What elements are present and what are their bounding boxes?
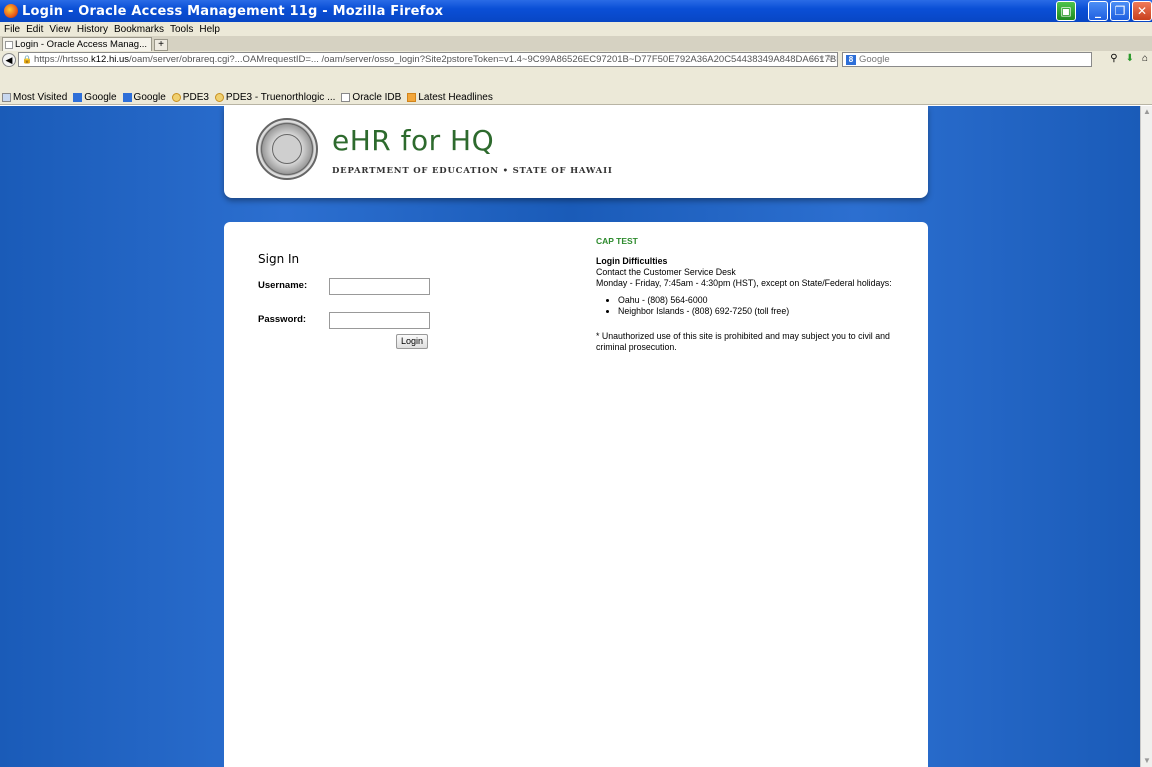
url-prefix: https://hrtsso. (33, 54, 91, 65)
scroll-down-icon[interactable]: ▼ (1141, 755, 1152, 767)
google-icon (122, 92, 132, 102)
environment-label: CAP TEST (596, 236, 638, 246)
app-title: eHR for HQ (332, 124, 495, 157)
login-panel: Sign In Username: Password: Login CAP TE… (224, 222, 928, 767)
username-label: Username: (258, 280, 308, 291)
page-icon (5, 40, 13, 49)
bookmark-label: Most Visited (13, 91, 68, 103)
firefox-icon (4, 4, 18, 18)
doe-seal-icon (256, 118, 318, 180)
menu-help[interactable]: Help (199, 24, 220, 35)
pde3-icon (171, 92, 181, 102)
hours-text: Monday - Friday, 7:45am - 4:30pm (HST), … (596, 278, 892, 288)
password-field[interactable] (329, 312, 430, 329)
bookmark-label: Oracle IDB (352, 91, 402, 103)
menu-history[interactable]: History (77, 24, 108, 35)
google-icon[interactable]: 8 (846, 54, 856, 65)
menu-view[interactable]: View (49, 24, 71, 35)
contact-text: Contact the Customer Service Desk (596, 267, 736, 277)
search-input[interactable]: 8 Google (842, 52, 1092, 67)
username-field[interactable] (329, 278, 430, 295)
minimize-button[interactable]: _ (1088, 1, 1108, 21)
bookmark-label: PDE3 (182, 91, 209, 103)
bookmark-pde3[interactable]: PDE3 (171, 91, 209, 103)
nav-right-tools: ⚲ ⬇ ⌂ (1110, 53, 1148, 64)
vertical-scrollbar[interactable]: ▲ ▼ (1140, 106, 1152, 767)
login-button[interactable]: Login (396, 334, 428, 349)
pde3-icon (214, 92, 224, 102)
tab-login[interactable]: Login - Oracle Access Manag... (2, 37, 152, 51)
phone-neighbor-islands: Neighbor Islands - (808) 692-7250 (toll … (618, 306, 916, 317)
phone-oahu: Oahu - (808) 564-6000 (618, 295, 916, 306)
bookmark-google-2[interactable]: Google (122, 91, 166, 103)
bookmark-folder-icon (2, 92, 11, 102)
unauthorized-warning: * Unauthorized use of this site is prohi… (596, 331, 890, 352)
tab-label: Login - Oracle Access Manag... (15, 39, 148, 50)
bookmark-latest-headlines[interactable]: Latest Headlines (407, 92, 493, 103)
app-subtitle: DEPARTMENT OF EDUCATION • STATE OF HAWAI… (332, 166, 613, 176)
window-title: Login - Oracle Access Management 11g - M… (22, 3, 444, 19)
page-icon (341, 92, 351, 102)
url-host: k12.hi.us (91, 54, 130, 65)
search-placeholder: Google (859, 54, 890, 65)
bookmark-oracle-idb[interactable]: Oracle IDB (341, 92, 401, 103)
lock-icon: 🔒 (22, 55, 32, 64)
bookmark-label: Google (84, 91, 117, 103)
bookmark-google-1[interactable]: Google (73, 91, 117, 103)
window-title-bar: Login - Oracle Access Management 11g - M… (0, 0, 1152, 22)
scroll-up-icon[interactable]: ▲ (1141, 106, 1152, 118)
maximize-button[interactable]: ❐ (1110, 1, 1130, 21)
bookmark-most-visited[interactable]: Most Visited (2, 92, 67, 103)
bookmark-label: Latest Headlines (418, 91, 493, 103)
search-icon[interactable]: ⚲ (1110, 53, 1117, 64)
navigation-bar: ◀ 🔒 https://hrtsso. k12.hi.us/oam/server/… (0, 51, 1152, 91)
window-controls: ▣ _ ❐ ✕ (1054, 1, 1152, 21)
url-bar[interactable]: 🔒 https://hrtsso. k12.hi.us/oam/server/ob… (18, 52, 838, 67)
google-icon (73, 92, 83, 102)
sign-in-heading: Sign In (258, 252, 300, 266)
password-label: Password: (258, 314, 307, 325)
home-icon[interactable]: ⌂ (1142, 53, 1148, 64)
menu-edit[interactable]: Edit (26, 24, 43, 35)
rss-icon (407, 92, 417, 102)
tab-bar: Login - Oracle Access Manag... + (0, 36, 1152, 51)
new-tab-button[interactable]: + (154, 39, 168, 51)
menu-tools[interactable]: Tools (170, 24, 193, 35)
back-button[interactable]: ◀ (2, 52, 16, 67)
info-panel: CAP TEST Login Difficulties Contact the … (596, 236, 916, 353)
page-content: eHR for HQ DEPARTMENT OF EDUCATION • STA… (0, 106, 1140, 767)
bookmark-pde3-truenorthlogic[interactable]: PDE3 - Truenorthlogic ... (214, 91, 336, 103)
bookmark-star-icon[interactable]: ☆ ▾ ↻ (809, 53, 834, 64)
tray-app-icon[interactable]: ▣ (1056, 1, 1076, 21)
bookmarks-toolbar: Most Visited Google Google PDE3 PDE3 - T… (0, 90, 1152, 105)
bookmark-label: Google (133, 91, 166, 103)
header-banner: eHR for HQ DEPARTMENT OF EDUCATION • STA… (224, 106, 928, 198)
login-difficulties-heading: Login Difficulties (596, 256, 668, 266)
bookmark-label: PDE3 - Truenorthlogic ... (225, 91, 336, 103)
menu-bookmarks[interactable]: Bookmarks (114, 24, 164, 35)
menu-file[interactable]: File (4, 24, 20, 35)
url-path: /oam/server/obrareq.cgi?...OAMrequestID=… (129, 54, 837, 65)
close-button[interactable]: ✕ (1132, 1, 1152, 21)
download-icon[interactable]: ⬇ (1126, 53, 1134, 64)
phone-list: Oahu - (808) 564-6000 Neighbor Islands -… (596, 295, 916, 317)
menu-bar: File Edit View History Bookmarks Tools H… (0, 22, 1152, 36)
